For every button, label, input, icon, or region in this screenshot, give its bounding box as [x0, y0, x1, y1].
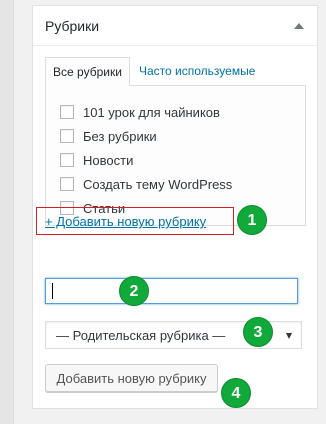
chevron-down-icon — [286, 333, 292, 339]
tab-most-used[interactable]: Часто используемые — [139, 57, 255, 85]
category-checkbox[interactable] — [60, 177, 74, 191]
new-category-name-input[interactable] — [45, 278, 298, 304]
category-checkbox[interactable] — [60, 129, 74, 143]
list-item[interactable]: 101 урок для чайников — [60, 104, 220, 120]
parent-category-selected: — Родительская рубрика — — [56, 328, 226, 343]
left-sidebar-edge — [0, 0, 14, 424]
list-item[interactable]: Новости — [60, 152, 133, 168]
metabox-header[interactable]: Рубрики — [33, 6, 317, 46]
list-item[interactable]: Без рубрики — [60, 128, 157, 144]
list-item[interactable]: Создать тему WordPress — [60, 176, 232, 192]
category-checklist: 101 урок для чайников Без рубрики Новост… — [45, 85, 306, 226]
category-label: 101 урок для чайников — [83, 104, 220, 120]
category-checkbox[interactable] — [60, 105, 74, 119]
text-caret — [52, 283, 53, 299]
add-new-category-button[interactable]: Добавить новую рубрику — [45, 364, 218, 392]
add-new-category-link[interactable]: + Добавить новую рубрику — [45, 214, 206, 229]
category-label: Без рубрики — [83, 128, 157, 144]
annotation-badge-2: 2 — [119, 276, 149, 306]
annotation-badge-4: 4 — [221, 378, 251, 408]
metabox-title: Рубрики — [45, 18, 100, 34]
tab-all-categories[interactable]: Все рубрики — [45, 57, 130, 86]
category-label: Новости — [83, 152, 134, 168]
categories-metabox: Рубрики Все рубрики Часто используемые 1… — [32, 5, 318, 409]
annotation-badge-3: 3 — [243, 317, 273, 347]
category-checkbox[interactable] — [60, 153, 74, 167]
category-label: Создать тему WordPress — [83, 176, 233, 192]
triangle-up-icon[interactable] — [294, 23, 304, 29]
annotation-badge-1: 1 — [237, 205, 267, 235]
